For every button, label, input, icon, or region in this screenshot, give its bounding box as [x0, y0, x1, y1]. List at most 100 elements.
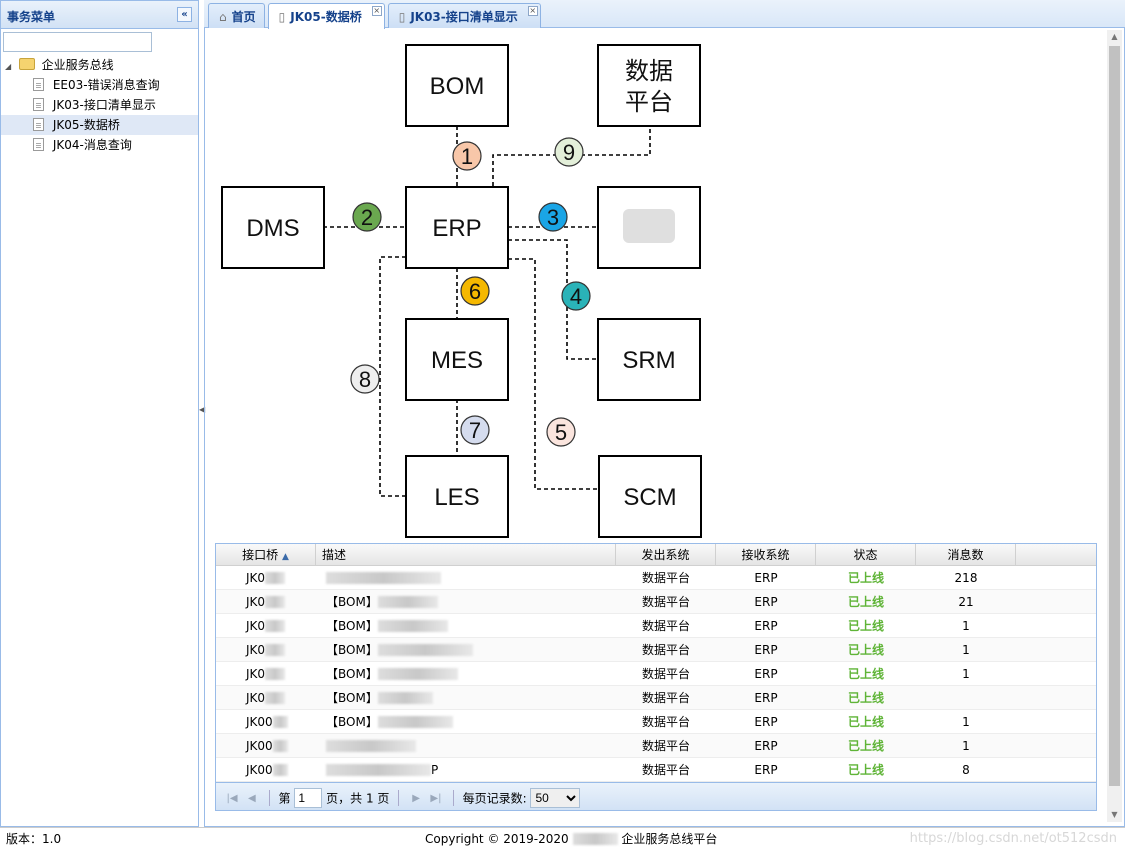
tab-label: 首页	[231, 10, 256, 24]
cell-desc: P	[431, 763, 439, 777]
expand-triangle-icon[interactable]: ◢	[5, 57, 15, 77]
last-page-icon[interactable]: ▶|	[428, 793, 444, 804]
cell-count: 1	[962, 715, 970, 729]
cell-src: 数据平台	[641, 763, 690, 777]
tree-item-jk04[interactable]: JK04-消息查询	[1, 135, 198, 155]
menu-search-input[interactable]	[3, 32, 152, 52]
tree-root[interactable]: ◢ 企业服务总线	[1, 55, 198, 75]
tab-label: JK03-接口清单显示	[410, 10, 518, 24]
cell-count: 218	[954, 571, 978, 585]
cell-src: 数据平台	[641, 739, 690, 753]
cell-src: 数据平台	[641, 715, 690, 729]
table-row[interactable]: JK00 数据平台 ERP 已上线 1	[216, 734, 1096, 758]
column-header-desc[interactable]: 描述	[316, 544, 616, 566]
sidebar-title: 事务菜单	[7, 10, 56, 24]
column-header-status[interactable]: 状态	[816, 544, 916, 566]
first-page-icon[interactable]: |◀	[224, 793, 240, 804]
cell-count: 1	[962, 667, 970, 681]
tree-item-ee03[interactable]: EE03-错误消息查询	[1, 75, 198, 95]
cell-id: JK0	[246, 691, 266, 705]
grid-header: 接口桥 ▲ 描述 发出系统 接收系统 状态 消息数	[216, 544, 1096, 566]
sort-asc-icon: ▲	[281, 552, 289, 562]
document-icon	[33, 118, 44, 131]
tree-item-jk05[interactable]: JK05-数据桥	[1, 115, 198, 135]
scroll-thumb[interactable]	[1109, 46, 1120, 786]
cell-dst: ERP	[754, 595, 778, 609]
collapse-sidebar-icon[interactable]: «	[177, 7, 192, 22]
watermark-text: https://blog.csdn.net/ot512csdn	[909, 831, 1117, 846]
copyright-suffix: 企业服务总线平台	[621, 832, 718, 846]
table-row[interactable]: JK0 【BOM】 数据平台 ERP 已上线 1	[216, 662, 1096, 686]
column-header-id[interactable]: 接口桥 ▲	[216, 544, 316, 566]
tab-home[interactable]: ⌂ 首页	[208, 3, 265, 28]
status-badge: 已上线	[847, 715, 884, 729]
cell-src: 数据平台	[641, 595, 690, 609]
vertical-scrollbar[interactable]: ▲ ▼	[1107, 30, 1122, 822]
scroll-up-icon[interactable]: ▲	[1107, 30, 1122, 44]
node-les-label: LES	[434, 484, 479, 511]
table-row[interactable]: JK00 【BOM】 数据平台 ERP 已上线 1	[216, 710, 1096, 734]
table-row[interactable]: JK0 【BOM】 数据平台 ERP 已上线 1	[216, 614, 1096, 638]
sidebar-header: 事务菜单 «	[1, 1, 198, 29]
svg-text:8: 8	[359, 367, 371, 392]
cell-desc: 【BOM】	[326, 595, 378, 609]
table-row[interactable]: JK0 【BOM】 数据平台 ERP 已上线 1	[216, 638, 1096, 662]
connector-badge-5: 5	[546, 417, 576, 447]
svg-text:6: 6	[469, 279, 481, 304]
tab-jk03[interactable]: ▯ JK03-接口清单显示 ×	[387, 3, 541, 28]
cell-dst: ERP	[754, 691, 778, 705]
scroll-down-icon[interactable]: ▼	[1107, 808, 1122, 822]
document-icon: ▯	[398, 10, 406, 24]
cell-id: JK00	[246, 739, 273, 753]
node-dms-label: DMS	[246, 215, 299, 242]
tree-root-label: 企业服务总线	[41, 58, 114, 72]
close-icon[interactable]: ×	[371, 6, 382, 16]
table-row[interactable]: JK00 P 数据平台 ERP 已上线 8	[216, 758, 1096, 782]
connector-badge-2: 2	[352, 202, 382, 232]
interface-grid: 接口桥 ▲ 描述 发出系统 接收系统 状态 消息数 JK0 数据平台 ERP 已…	[215, 543, 1097, 811]
column-header-dst[interactable]: 接收系统	[716, 544, 816, 566]
connector-badge-7: 7	[460, 415, 490, 445]
tree-item-label: JK03-接口清单显示	[52, 98, 156, 112]
cell-id: JK0	[246, 667, 266, 681]
cell-count: 8	[962, 763, 970, 777]
svg-text:4: 4	[570, 284, 582, 309]
cell-dst: ERP	[754, 739, 778, 753]
prev-page-icon[interactable]: ◀	[244, 793, 260, 804]
tree-item-label: EE03-错误消息查询	[52, 78, 160, 92]
column-header-src[interactable]: 发出系统	[616, 544, 716, 566]
copyright-text: Copyright © 2019-2020 企业服务总线平台	[425, 828, 717, 850]
tag-icon: ⌂	[219, 10, 227, 24]
close-icon[interactable]: ×	[527, 6, 538, 16]
cell-desc: 【BOM】	[326, 691, 378, 705]
table-row[interactable]: JK0 【BOM】 数据平台 ERP 已上线 21	[216, 590, 1096, 614]
tab-label: JK05-数据桥	[290, 10, 362, 24]
tab-content: BOM 数据 平台 DMS ERP MES SRM LES SCM 1 2 3 4 5 6…	[204, 28, 1125, 827]
svg-text:3: 3	[547, 205, 559, 230]
cell-id: JK0	[246, 571, 266, 585]
cell-src: 数据平台	[641, 643, 690, 657]
cell-count: 21	[958, 595, 974, 609]
tab-jk05[interactable]: ▯ JK05-数据桥 ×	[267, 3, 385, 29]
cell-count: 1	[962, 643, 970, 657]
connector-badge-3: 3	[538, 202, 568, 232]
data-bridge-diagram: BOM 数据 平台 DMS ERP MES SRM LES SCM 1 2 3 4 5 6…	[221, 44, 702, 538]
next-page-icon[interactable]: ▶	[408, 793, 424, 804]
connector-badge-9: 9	[554, 137, 584, 167]
page-size-select[interactable]: 50	[530, 788, 581, 808]
connector-badge-4: 4	[561, 281, 591, 311]
column-header-count[interactable]: 消息数	[916, 544, 1016, 566]
node-srm-label: SRM	[622, 347, 675, 374]
connector-badge-8: 8	[350, 364, 380, 394]
cell-count: 1	[962, 619, 970, 633]
cell-dst: ERP	[754, 715, 778, 729]
table-row[interactable]: JK0 数据平台 ERP 已上线 218	[216, 566, 1096, 590]
svg-text:5: 5	[555, 420, 567, 445]
tree-item-jk03[interactable]: JK03-接口清单显示	[1, 95, 198, 115]
table-row[interactable]: JK0 【BOM】 数据平台 ERP 已上线	[216, 686, 1096, 710]
status-badge: 已上线	[847, 571, 884, 585]
cell-desc: 【BOM】	[326, 715, 378, 729]
cell-count: 1	[962, 739, 970, 753]
page-number-input[interactable]	[294, 788, 323, 808]
sidebar: 事务菜单 « ◢ 企业服务总线 EE03-错误消息查询 JK03-接口清单显示 …	[0, 0, 199, 827]
